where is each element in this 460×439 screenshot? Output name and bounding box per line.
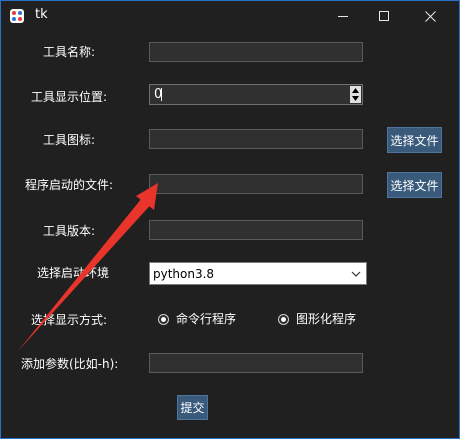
window-title: tk	[35, 7, 48, 22]
params-label: 添加参数(比如-h):	[21, 357, 119, 371]
select-icon-file-button[interactable]: 选择文件	[387, 127, 442, 153]
close-button[interactable]	[407, 1, 453, 31]
minimize-button[interactable]	[320, 1, 366, 31]
version-input[interactable]	[149, 220, 363, 240]
display-mode-label: 选择显示方式:	[31, 313, 108, 327]
chevron-down-icon	[351, 271, 361, 277]
env-label: 选择启动环境	[37, 266, 110, 280]
tool-name-label: 工具名称:	[43, 45, 96, 59]
spin-arrows	[350, 86, 361, 103]
title-bar: tk	[1, 1, 459, 31]
maximize-icon	[378, 10, 389, 21]
spin-down-button[interactable]	[350, 95, 361, 104]
submit-button[interactable]: 提交	[177, 395, 208, 420]
close-icon	[424, 10, 436, 22]
env-select-value: python3.8	[153, 267, 215, 281]
display-position-label: 工具显示位置:	[31, 90, 108, 104]
startup-file-label: 程序启动的文件:	[25, 178, 114, 192]
version-label: 工具版本:	[43, 224, 96, 238]
icon-label: 工具图标:	[43, 133, 96, 147]
params-input[interactable]	[149, 353, 363, 373]
env-select[interactable]: python3.8	[149, 262, 367, 285]
startup-file-input[interactable]	[149, 174, 363, 194]
radio-gui[interactable]	[278, 314, 289, 325]
down-arrow-icon	[352, 96, 359, 102]
maximize-button[interactable]	[361, 1, 407, 31]
radio-cli-label: 命令行程序	[176, 312, 237, 326]
radio-gui-label: 图形化程序	[296, 312, 357, 326]
spin-up-button[interactable]	[350, 86, 361, 95]
tool-name-input[interactable]	[149, 42, 363, 62]
minimize-icon	[337, 15, 348, 17]
select-startup-file-button[interactable]: 选择文件	[387, 172, 442, 198]
radio-cli[interactable]	[158, 314, 169, 325]
tk-app-icon	[10, 9, 24, 23]
up-arrow-icon	[352, 87, 359, 93]
text-cursor	[161, 88, 162, 101]
display-position-spinbox[interactable]: 0	[149, 84, 363, 105]
icon-input[interactable]	[149, 129, 363, 149]
